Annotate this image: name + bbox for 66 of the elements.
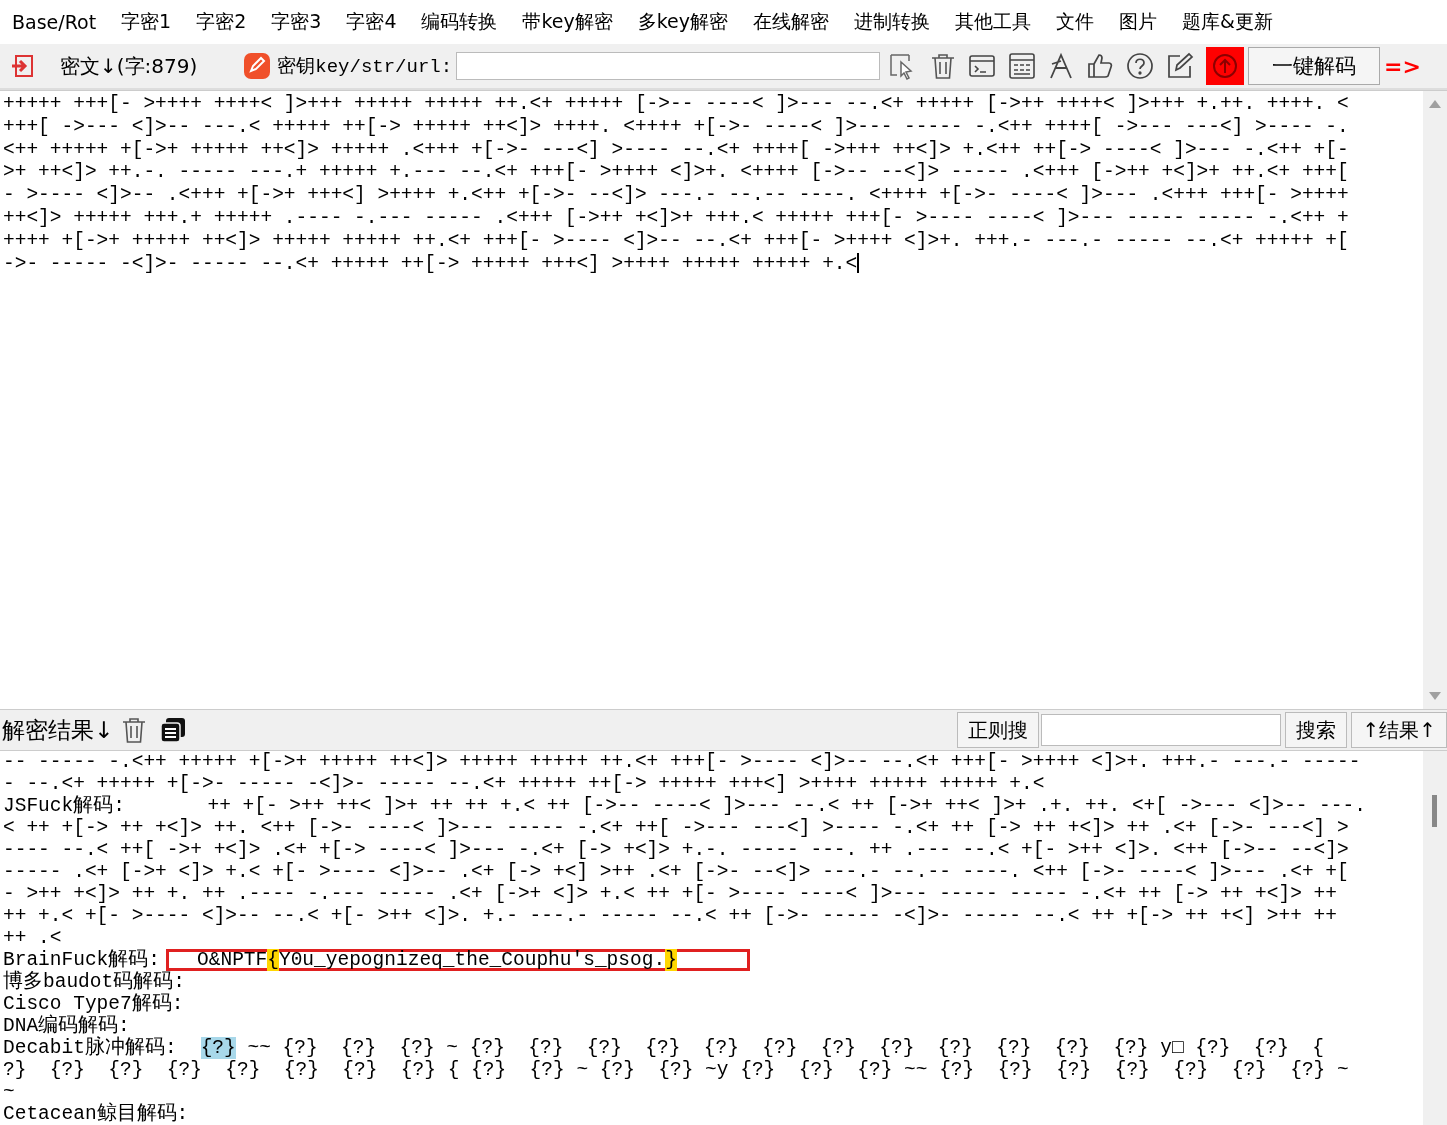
highlighted-result: O&NPTF{Y0u_yepognizeq_the_Couphu's_psog.} xyxy=(166,949,750,971)
ciphertext-label: 密文↓(字:879) xyxy=(60,52,198,80)
import-icon[interactable] xyxy=(10,53,36,79)
result-text: - --.<+ +++++ +[->- ----- -<]>- ----- --.<+ +++++ ++[-> +++++ +++<] >++++ +++++ +++++ +.< xyxy=(3,773,1045,795)
result-text: ++ +.< +[- >---- <]>-- --.< +[- >++ <]>. +.- ---.- ----- --.< ++ [->- ----- -<]>- ----- --.< ++ +[-> ++ +<] >++ ++ xyxy=(3,905,1338,927)
result-text: ++ .< xyxy=(3,927,62,949)
menu-item[interactable]: 带key解密 xyxy=(522,9,613,35)
key-field[interactable] xyxy=(456,52,881,80)
decoder-label: 博多baudot码解码: xyxy=(3,971,185,993)
menu-item[interactable]: 进制转换 xyxy=(854,9,930,35)
trash-icon[interactable] xyxy=(121,716,148,744)
result-text: ++ +[- >++ ++< ]>+ ++ ++ +.< ++ [->-- ----< ]>--- --.< ++ [->+ ++< ]>+ .+. ++. <+[ ->--- <]>-- ---. xyxy=(206,795,1366,817)
result-text: < ++ +[-> ++ +<]> ++. <++ [->- ----< ]>--- ----- -.<+ ++[ ->--- ---<] >---- -.<+ ++ [-> ++ +<]> ++ .<+ [->- ---<] > xyxy=(3,817,1349,839)
ciphertext-line: +++++ +++[- >++++ ++++< ]>+++ +++++ +++++ ++.<+ +++++ [->-- ----< ]>--- --.<+ +++++ [->++ ++++< ]>+++ +.++. ++++. < xyxy=(3,93,1350,116)
terminal-icon[interactable] xyxy=(968,53,997,79)
result-text: ---- --.< ++[ ->+ +<]> .<+ +[-> ----< ]>--- -.<+ [-> +<]> +.-. ----- ---. ++ .--- --.< +[- >++ <]>. <++ [->-- --<]> xyxy=(3,839,1349,861)
decoder-label: Cetacean鲸目解码: xyxy=(3,1103,189,1125)
ciphertext-line: ->- ----- -<]>- ----- --.<+ +++++ ++[-> +++++ +++<] >++++ +++++ +++++ +.< xyxy=(3,252,861,276)
scrollbar[interactable] xyxy=(1423,751,1447,1125)
menu-item[interactable]: 字密1 xyxy=(121,9,172,35)
menu-item[interactable]: 文件 xyxy=(1056,9,1094,35)
menu-item[interactable]: 题库&更新 xyxy=(1182,9,1273,35)
scroll-thumb[interactable] xyxy=(1432,795,1437,827)
copy-icon[interactable] xyxy=(159,716,188,744)
menu-item[interactable]: 字密2 xyxy=(196,9,247,35)
menu-item[interactable]: Base/Rot xyxy=(12,11,97,33)
table-icon[interactable] xyxy=(1008,52,1037,80)
decoder-label: JSFuck解码: xyxy=(3,795,125,817)
arrow-text: => xyxy=(1384,53,1421,79)
menu-item[interactable]: 字密4 xyxy=(346,9,397,35)
ciphertext-line: >+ ++<]> ++.-. ----- ---.+ +++++ +.--- --.<+ +++[- >++++ <]>+. <++++ [->-- --<]> ----- .<+++ [->++ +<]>+ ++.<+ +++[ xyxy=(3,161,1350,185)
menu-item[interactable]: 多key解密 xyxy=(637,9,728,35)
menu-item[interactable]: 图片 xyxy=(1119,9,1157,35)
ciphertext-line: +++[ ->--- <]>-- ---.< +++++ ++[-> +++++ ++<]> ++++. <++++ +[->- ----< ]>--- ----- -.<++ ++++[ ->--- ---<] >---- -. xyxy=(3,115,1350,139)
result-text: ~ xyxy=(3,1081,15,1103)
search-field[interactable] xyxy=(1041,714,1282,746)
result-text: - >++ +<]> ++ +. ++ .---- -.--- ----- .<+ [->+ <]> +.< ++ +[- >---- ----< ]>--- ----- ----- -.<+ ++ [-> ++ +<]> ++ xyxy=(3,883,1338,905)
upload-icon[interactable] xyxy=(1206,47,1245,85)
results-button[interactable]: ↑结果↑ xyxy=(1351,712,1447,748)
decoder-label: Cisco Type7解码: xyxy=(3,993,184,1015)
ciphertext-line: <++ +++++ +[->+ +++++ ++<]> +++++ .<+++ +[->- ---<] >---- --.<+ ++++[ ->+++ ++<]> +.<++ ++[-> ----< ]>--- -.<++ +[- xyxy=(3,138,1350,162)
menu-item[interactable]: 其他工具 xyxy=(955,9,1031,35)
search-button[interactable]: 搜索 xyxy=(1285,712,1348,748)
menu-item[interactable]: 在线解密 xyxy=(753,9,829,35)
ciphertext-line: ++<]> +++++ +++.+ +++++ .---- -.--- ----- .<+++ [->++ +<]>+ +++.< +++++ +++[- >---- ----< ]>--- ----- ----- -.<++ + xyxy=(3,207,1350,230)
menu-item[interactable]: 字密3 xyxy=(271,9,322,35)
regex-search-button[interactable]: 正则搜 xyxy=(957,712,1040,748)
pencil-icon[interactable] xyxy=(243,52,272,80)
help-icon[interactable] xyxy=(1126,52,1155,80)
edit-icon[interactable] xyxy=(1166,52,1195,80)
ciphertext-line: - >---- <]>-- .<+++ +[->+ +++<] >++++ +.<++ +[->- --<]> ---.- --.-- ----. <++++ +[->- ----< ]>--- .<+++ +++[- >++++ xyxy=(3,184,1350,207)
result-text: ----- .<+ [->+ <]> +.< +[- >---- <]>-- .<+ [-> +<] >++ .<+ [->- --<]> ---.- --.-- ----. <++ [->- ----< ]>--- .<+ +[ xyxy=(3,861,1349,883)
decoder-label: Decabit脉冲解码: xyxy=(3,1037,177,1059)
ciphertext-line: ++++ +[->+ +++++ ++<]> +++++ +++++ ++.<+ +++[- >---- <]>-- --.<+ +++[- >++++ <]>+. +++.- ---.- ----- --.<+ +++++ +[ xyxy=(3,229,1350,253)
result-text: -- ----- -.<++ +++++ +[->+ +++++ ++<]> +++++ +++++ ++.<+ +++[- >---- <]>-- --.<+ +++[- >++++ <]>+. +++.- ---.- ----- xyxy=(3,751,1361,773)
font-icon[interactable] xyxy=(1048,52,1075,80)
result-label: 解密结果↓ xyxy=(2,715,114,745)
decoder-label: DNA编码解码: xyxy=(3,1015,130,1037)
result-text: {?} ~~ {?} {?} {?} ~ {?} {?} {?} {?} {?} {?} {?} {?} {?} {?} {?} {?} y□ {?} {?} { xyxy=(200,1037,1324,1059)
menu-item[interactable]: 编码转换 xyxy=(421,9,498,35)
key-label: 密钥key/str/url: xyxy=(277,55,453,79)
decode-button[interactable]: 一键解码 xyxy=(1248,47,1381,85)
result-text: ?} {?} {?} {?} {?} {?} {?} {?} { {?} {?} ~ {?} {?} ~y {?} {?} {?} ~~ {?} {?} {?} {?} {?} {?} {?} ~ xyxy=(3,1059,1349,1081)
trash-icon[interactable] xyxy=(930,52,957,80)
thumbs-up-icon[interactable] xyxy=(1086,52,1115,80)
decoder-label: BrainFuck解码: xyxy=(3,949,161,971)
